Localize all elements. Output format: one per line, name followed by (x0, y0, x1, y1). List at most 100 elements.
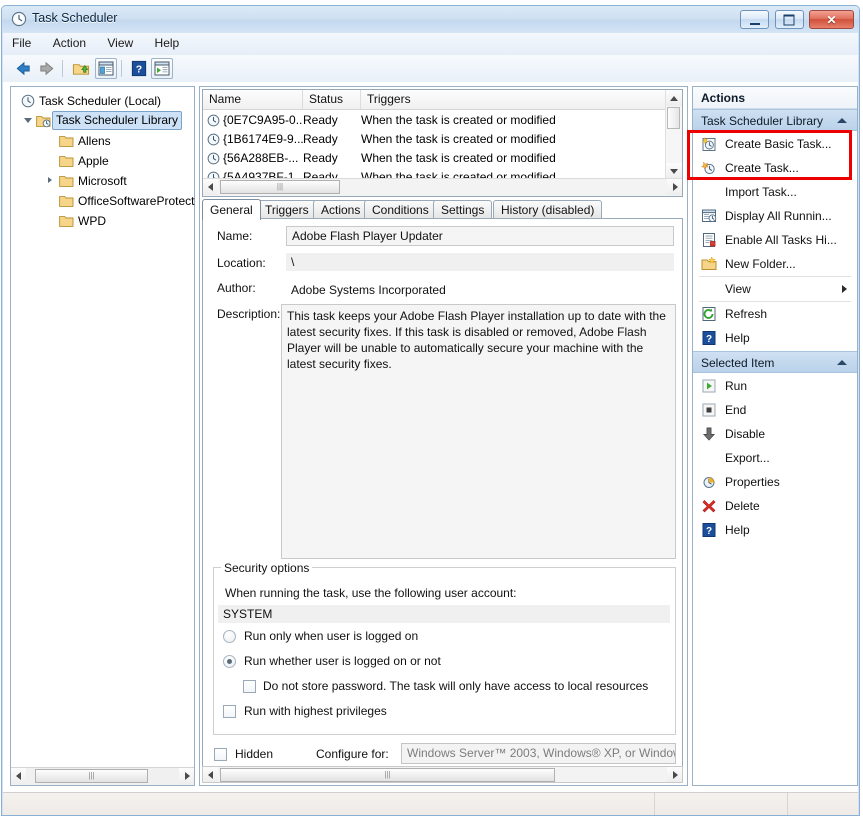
action-display-all-running[interactable]: Display All Runnin... (693, 204, 857, 228)
tab-general[interactable]: General (202, 199, 261, 220)
table-row[interactable]: {56A288EB-... Ready When the task is cre… (203, 149, 682, 168)
forward-arrow-icon[interactable] (37, 59, 57, 78)
action-export[interactable]: Export... (693, 446, 857, 470)
scroll-down-arrow[interactable] (666, 163, 682, 179)
scroll-right-arrow[interactable] (179, 768, 194, 784)
scroll-up-arrow[interactable] (666, 90, 682, 106)
radio-run-only-logged-on[interactable] (223, 630, 236, 643)
menu-item-file[interactable]: File (3, 33, 40, 53)
menu-item-help[interactable]: Help (146, 33, 189, 53)
grip-icon: ||| (384, 770, 391, 779)
properties-button[interactable] (95, 58, 117, 79)
configure-for-select[interactable]: Windows Server™ 2003, Windows® XP, or Wi… (401, 743, 676, 764)
menu-bar: File Action View Help (3, 33, 858, 56)
scroll-right-arrow[interactable] (667, 767, 682, 782)
center-pane-horizontal-scrollbar[interactable]: ||| (202, 766, 683, 783)
action-new-folder[interactable]: New Folder... (693, 252, 857, 276)
task-scheduler-window: Task Scheduler ✕ File Action View Help ?… (0, 5, 863, 820)
delete-icon (702, 499, 716, 513)
run-toolbar-button[interactable] (151, 58, 173, 79)
table-row[interactable]: {1B6174E9-9... Ready When the task is cr… (203, 130, 682, 149)
create-basic-task-icon (701, 136, 716, 151)
action-create-basic-task[interactable]: Create Basic Task... (693, 132, 857, 156)
table-row[interactable]: {0E7C9A95-0... Ready When the task is cr… (203, 111, 682, 130)
action-create-task[interactable]: Create Task... (693, 156, 857, 180)
action-help-selected[interactable]: ? Help (693, 518, 857, 542)
menu-item-action[interactable]: Action (44, 33, 95, 53)
status-bar (3, 792, 858, 815)
actions-section-selected-item[interactable]: Selected Item (693, 351, 857, 373)
task-list-horizontal-scrollbar[interactable]: ||| (203, 178, 682, 196)
scroll-right-arrow[interactable] (667, 179, 682, 195)
tab-settings[interactable]: Settings (433, 200, 493, 219)
column-header-triggers[interactable]: Triggers (361, 90, 668, 109)
status-bar-divider-2 (787, 793, 788, 815)
action-disable[interactable]: Disable (693, 422, 857, 446)
action-end[interactable]: End (693, 398, 857, 422)
vscroll-thumb[interactable] (667, 107, 680, 129)
tab-conditions[interactable]: Conditions (364, 200, 437, 219)
action-enable-all-tasks-history-label: Enable All Tasks Hi... (725, 233, 837, 247)
actions-pane-title: Actions (693, 87, 857, 109)
center-pane: Name Status Triggers {0E7C9A95-0... Read… (199, 86, 688, 786)
maximize-button[interactable] (774, 10, 804, 29)
window-title: Task Scheduler (32, 11, 118, 25)
tab-triggers[interactable]: Triggers (257, 200, 317, 219)
tree-item-label: Microsoft (78, 174, 127, 188)
help-icon: ? (702, 331, 716, 345)
scroll-left-arrow[interactable] (11, 768, 26, 784)
hscroll-thumb[interactable]: ||| (220, 768, 555, 782)
action-properties[interactable]: Properties (693, 470, 857, 494)
tree-horizontal-scrollbar[interactable]: ||| (11, 767, 194, 785)
help-icon[interactable]: ? (129, 59, 149, 78)
action-view[interactable]: View (693, 277, 857, 301)
chevron-down-icon[interactable] (24, 118, 32, 123)
tree-item-microsoft[interactable]: Microsoft (11, 171, 194, 191)
tree-item-wpd[interactable]: WPD (11, 211, 194, 231)
column-header-name[interactable]: Name (203, 90, 303, 109)
task-list: Name Status Triggers {0E7C9A95-0... Read… (202, 89, 683, 197)
tree-item-apple[interactable]: Apple (11, 151, 194, 171)
action-import-task[interactable]: Import Task... (693, 180, 857, 204)
tree-hscroll-thumb[interactable]: ||| (35, 769, 148, 783)
radio-run-whether-logged-on[interactable] (223, 655, 236, 668)
action-delete[interactable]: Delete (693, 494, 857, 518)
action-help-library[interactable]: ? Help (693, 326, 857, 350)
column-header-status[interactable]: Status (303, 90, 361, 109)
checkbox-run-highest-privileges-label: Run with highest privileges (244, 704, 387, 718)
chevron-right-icon[interactable] (48, 177, 52, 183)
tab-actions[interactable]: Actions (313, 200, 369, 219)
tree-item-task-scheduler-library[interactable]: Task Scheduler Library (11, 111, 194, 131)
action-enable-all-tasks-history[interactable]: Enable All Tasks Hi... (693, 228, 857, 252)
location-label: Location: (217, 256, 266, 270)
description-label: Description: (217, 307, 281, 321)
chevron-up-icon[interactable] (837, 360, 847, 365)
clock-icon (207, 114, 220, 127)
tab-history[interactable]: History (disabled) (493, 200, 603, 219)
tree-item-task-scheduler-local[interactable]: Task Scheduler (Local) (11, 91, 194, 111)
back-arrow-icon[interactable] (13, 59, 33, 78)
chevron-up-icon[interactable] (837, 118, 847, 123)
action-run[interactable]: Run (693, 374, 857, 398)
minimize-button[interactable] (740, 10, 770, 29)
menu-item-view[interactable]: View (98, 33, 142, 53)
up-folder-icon[interactable] (71, 59, 91, 78)
minimize-icon (749, 22, 760, 25)
tree-item-label: OfficeSoftwareProtect (78, 194, 195, 208)
cell-status: Ready (303, 113, 338, 127)
actions-section-library[interactable]: Task Scheduler Library (693, 109, 857, 131)
action-new-folder-label: New Folder... (725, 257, 796, 271)
scroll-left-arrow[interactable] (203, 767, 218, 782)
close-button[interactable]: ✕ (809, 10, 854, 29)
tree-item-allens[interactable]: Allens (11, 131, 194, 151)
tree-item-officesoftwareprotect[interactable]: OfficeSoftwareProtect (11, 191, 195, 211)
checkbox-do-not-store-password[interactable] (243, 680, 256, 693)
description-value[interactable]: This task keeps your Adobe Flash Player … (281, 304, 676, 559)
checkbox-hidden[interactable] (214, 748, 227, 761)
checkbox-run-highest-privileges[interactable] (223, 705, 236, 718)
task-list-vertical-scrollbar[interactable] (665, 90, 682, 179)
action-refresh[interactable]: Refresh (693, 302, 857, 326)
hscroll-thumb[interactable]: ||| (220, 180, 340, 194)
scroll-left-arrow[interactable] (203, 179, 218, 195)
grip-icon: ||| (276, 182, 284, 191)
